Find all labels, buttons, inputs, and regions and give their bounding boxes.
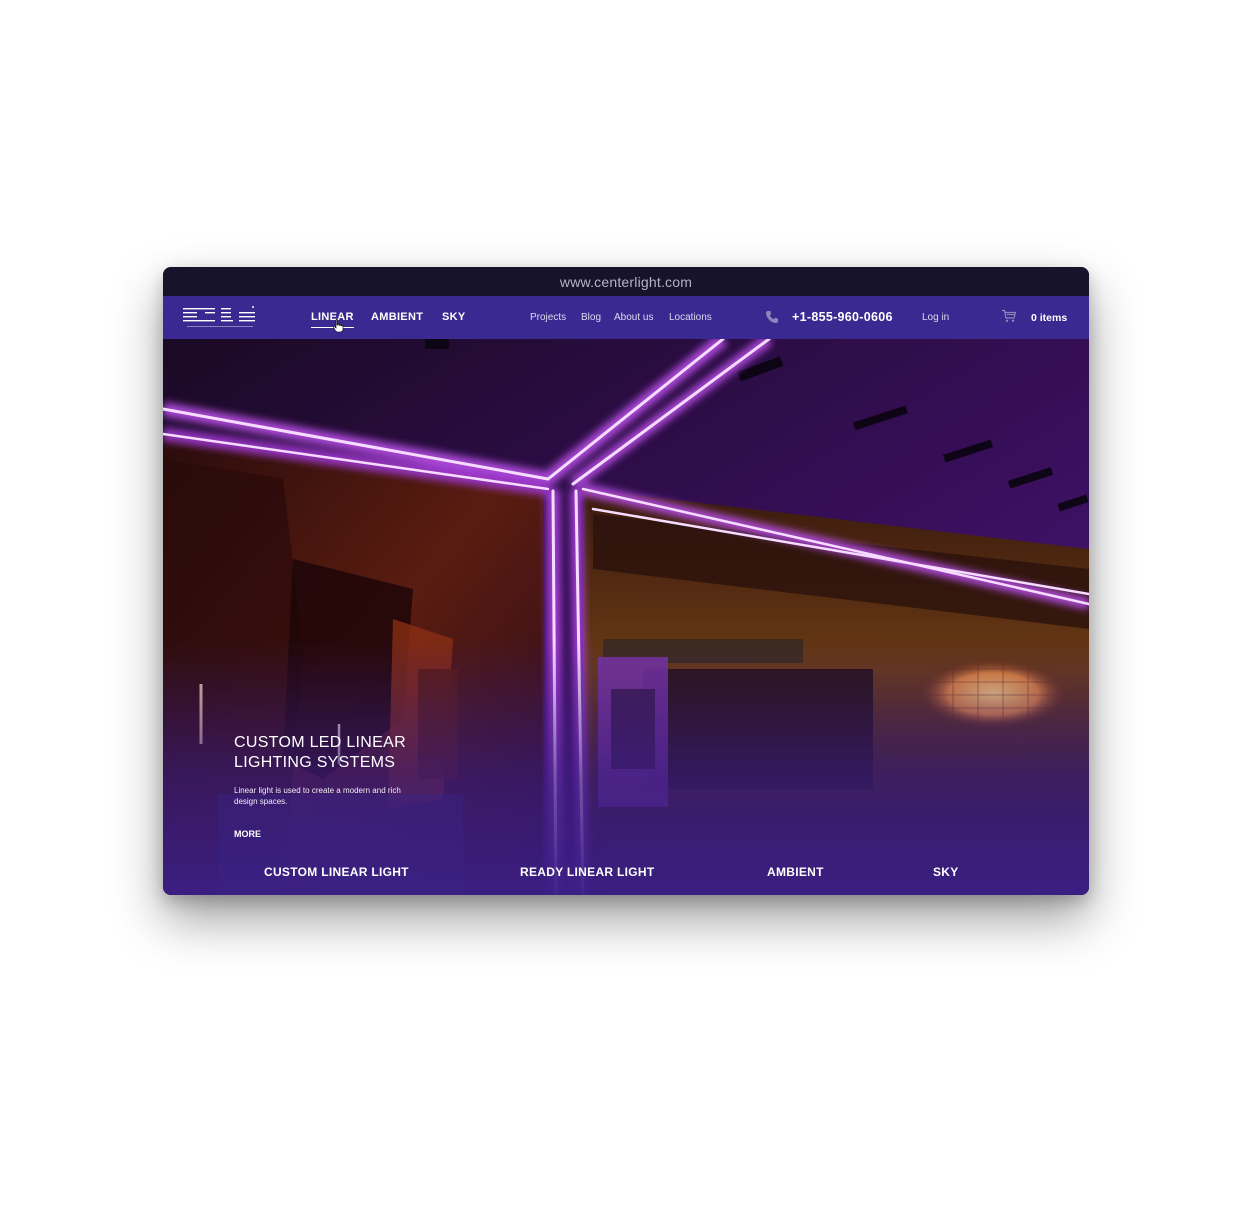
cart-items-count[interactable]: 0 items — [1031, 312, 1067, 324]
login-link[interactable]: Log in — [922, 312, 949, 323]
hero-section: CUSTOM LED LINEAR LIGHTING SYSTEMS Linea… — [163, 339, 1089, 895]
nav-ambient[interactable]: AMBIENT — [371, 311, 423, 323]
logo-icon[interactable] — [183, 305, 257, 331]
url-text: www.centerlight.com — [559, 273, 693, 290]
phone-number[interactable]: +1-855-960-0606 — [792, 310, 893, 324]
nav-about-us[interactable]: About us — [614, 312, 653, 323]
pointer-cursor-icon — [332, 319, 344, 333]
nav-blog[interactable]: Blog — [581, 312, 601, 323]
nav-locations[interactable]: Locations — [669, 312, 712, 323]
hero-title: CUSTOM LED LINEAR LIGHTING SYSTEMS — [234, 734, 406, 771]
nav-sky[interactable]: SKY — [442, 311, 466, 323]
category-ambient[interactable]: AMBIENT — [767, 865, 824, 879]
hero-background-image — [163, 339, 1089, 895]
hero-description: Linear light is used to create a modern … — [234, 786, 401, 806]
more-link[interactable]: MORE — [234, 829, 261, 839]
category-custom-linear-light[interactable]: CUSTOM LINEAR LIGHT — [264, 865, 409, 879]
url-bar[interactable]: www.centerlight.com — [163, 267, 1089, 296]
nav-projects[interactable]: Projects — [530, 312, 566, 323]
category-ready-linear-light[interactable]: READY LINEAR LIGHT — [520, 865, 655, 879]
phone-icon — [766, 311, 778, 323]
category-bar: CUSTOM LINEAR LIGHT READY LINEAR LIGHT A… — [163, 855, 1089, 895]
cart-icon[interactable] — [1001, 309, 1017, 323]
browser-window: www.centerlight.com LINEAR AMBIENT SKY P… — [163, 267, 1089, 895]
category-sky[interactable]: SKY — [933, 865, 959, 879]
site-header: LINEAR AMBIENT SKY Projects Blog About u… — [163, 296, 1089, 339]
